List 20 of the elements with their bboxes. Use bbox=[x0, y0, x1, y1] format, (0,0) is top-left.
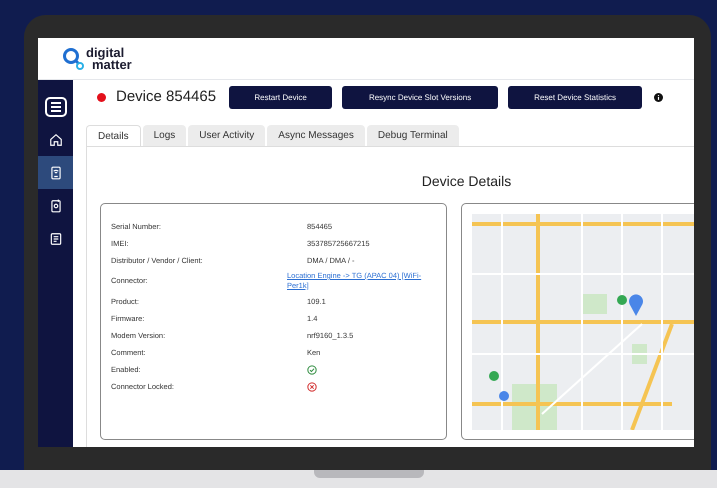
section-heading: Device Details bbox=[420, 172, 512, 191]
tab[interactable]: Details bbox=[86, 125, 141, 146]
logo-text: digital bbox=[86, 46, 126, 58]
home-icon bbox=[48, 132, 62, 146]
sidebar-item[interactable] bbox=[38, 156, 73, 189]
document-icon bbox=[48, 232, 62, 246]
action-button[interactable]: Resync Device Slot Versions bbox=[342, 86, 498, 109]
phone-wifi-icon bbox=[48, 166, 62, 180]
device-gear-icon bbox=[48, 198, 62, 212]
tab[interactable]: User Activity bbox=[188, 125, 266, 146]
tab[interactable]: Logs bbox=[142, 125, 186, 146]
tab[interactable]: Debug Terminal bbox=[366, 125, 459, 146]
tab[interactable]: Async Messages bbox=[267, 125, 365, 146]
device-title: Device 854465 bbox=[116, 87, 216, 108]
logo-text: matter bbox=[92, 58, 132, 70]
action-button[interactable]: Restart Device bbox=[229, 86, 332, 109]
logo-icon bbox=[62, 46, 84, 70]
info-icon[interactable] bbox=[654, 93, 664, 102]
action-button[interactable]: Reset Device Statistics bbox=[508, 86, 642, 109]
menu-icon bbox=[44, 94, 68, 118]
